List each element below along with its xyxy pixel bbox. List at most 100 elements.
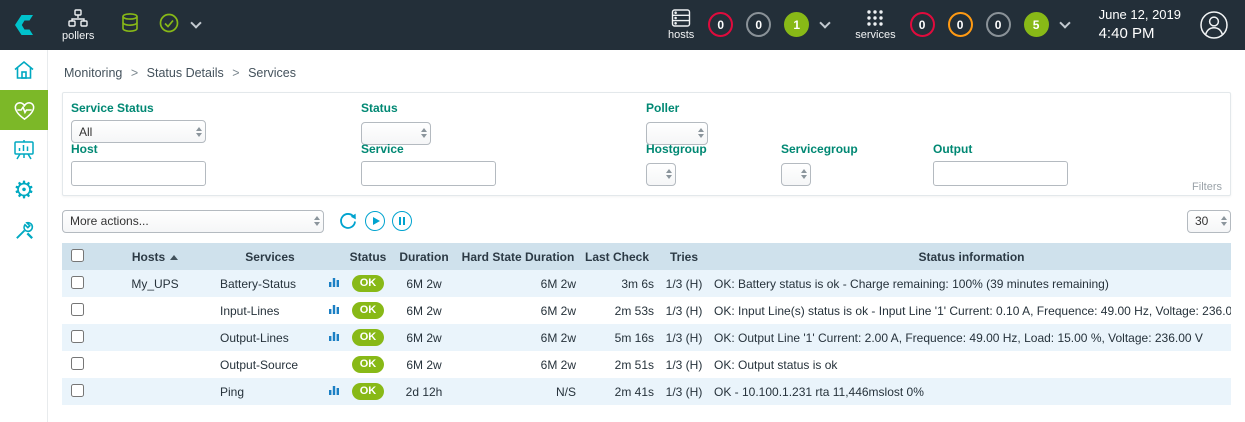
last-check-cell: 2m 53s: [578, 297, 656, 324]
service-status-select[interactable]: All: [71, 120, 206, 143]
service-cell[interactable]: Output-Source: [218, 351, 322, 378]
duration-column-header[interactable]: Duration: [390, 243, 458, 270]
row-checkbox[interactable]: [71, 384, 84, 397]
services-warning-badge[interactable]: 0: [948, 12, 973, 37]
sidebar-item-configuration[interactable]: ⚙: [0, 170, 48, 210]
clock: June 12, 2019 4:40 PM: [1099, 6, 1181, 44]
row-select-cell: [62, 351, 92, 378]
row-checkbox[interactable]: [71, 276, 84, 289]
servicegroup-select[interactable]: [781, 163, 811, 186]
status-information-cell: OK: Input Line(s) status is ok - Input L…: [712, 297, 1231, 324]
host-cell[interactable]: [92, 297, 218, 324]
resume-button[interactable]: [365, 211, 385, 231]
status-column-header[interactable]: Status: [346, 243, 390, 270]
services-menu[interactable]: services: [855, 9, 895, 41]
poller-health-icon[interactable]: [158, 12, 180, 39]
graph-column-header: [322, 243, 346, 270]
pollers-menu[interactable]: pollers: [62, 9, 94, 42]
host-cell[interactable]: [92, 378, 218, 405]
refresh-button[interactable]: [338, 211, 358, 231]
breadcrumb-separator: >: [131, 66, 138, 80]
database-status-icon[interactable]: [120, 12, 140, 39]
refresh-icon: [338, 211, 358, 231]
graph-cell: [322, 270, 346, 297]
breadcrumb-monitoring[interactable]: Monitoring: [64, 66, 122, 80]
host-cell[interactable]: [92, 324, 218, 351]
row-checkbox[interactable]: [71, 357, 84, 370]
servicegroup-label: Servicegroup: [781, 142, 858, 156]
services-ok-badge[interactable]: 5: [1024, 12, 1049, 37]
hard-state-duration-cell: 6M 2w: [458, 270, 578, 297]
hosts-menu[interactable]: hosts: [668, 9, 694, 41]
service-input[interactable]: [361, 161, 496, 186]
hosts-column-header[interactable]: Hosts: [92, 243, 218, 270]
services-unknown-badge[interactable]: 0: [986, 12, 1011, 37]
tries-column-header[interactable]: Tries: [656, 243, 712, 270]
row-checkbox[interactable]: [71, 303, 84, 316]
output-input[interactable]: [933, 161, 1068, 186]
services-column-header[interactable]: Services: [218, 243, 322, 270]
services-icon: [865, 9, 885, 27]
hard-state-duration-cell: 6M 2w: [458, 297, 578, 324]
row-select-cell: [62, 297, 92, 324]
sidebar-item-administration[interactable]: [0, 210, 48, 250]
status-cell: OK: [346, 378, 390, 405]
hard-state-duration-column-header[interactable]: Hard State Duration: [458, 243, 578, 270]
hostgroup-select[interactable]: [646, 163, 676, 186]
status-information-cell: OK: Output status is ok: [712, 351, 1231, 378]
monitoring-heartbeat-icon: [12, 98, 37, 123]
filter-poller: Poller: [646, 101, 708, 145]
hosts-chevron-down-icon[interactable]: [820, 17, 831, 28]
breadcrumb-services[interactable]: Services: [248, 66, 296, 80]
page-size-select[interactable]: 30: [1187, 210, 1231, 233]
status-information-column-header[interactable]: Status information: [712, 243, 1231, 270]
filters-caption: Filters: [1192, 181, 1222, 193]
host-label: Host: [71, 142, 206, 156]
hosts-down-badge[interactable]: 0: [708, 12, 733, 37]
row-checkbox[interactable]: [71, 330, 84, 343]
select-stepper-icon: [801, 169, 807, 179]
status-badge: OK: [352, 275, 385, 292]
service-cell[interactable]: Input-Lines: [218, 297, 322, 324]
hosts-up-badge[interactable]: 1: [784, 12, 809, 37]
host-cell[interactable]: My_UPS: [92, 270, 218, 297]
status-cell: OK: [346, 324, 390, 351]
select-stepper-icon: [314, 216, 320, 226]
services-critical-badge[interactable]: 0: [910, 12, 935, 37]
breadcrumb-status-details[interactable]: Status Details: [147, 66, 224, 80]
current-date: June 12, 2019: [1099, 6, 1181, 24]
graph-icon[interactable]: [328, 276, 340, 288]
sidebar-item-monitoring[interactable]: [0, 90, 48, 130]
sidebar-item-home[interactable]: [0, 50, 48, 90]
hard-state-duration-cell: N/S: [458, 378, 578, 405]
user-profile-button[interactable]: [1199, 10, 1229, 40]
graph-icon[interactable]: [328, 384, 340, 396]
sidebar-item-reporting[interactable]: [0, 130, 48, 170]
status-information-cell: OK: Output Line '1' Current: 2.00 A, Fre…: [712, 324, 1231, 351]
graph-cell: [322, 378, 346, 405]
service-cell[interactable]: Output-Lines: [218, 324, 322, 351]
last-check-column-header[interactable]: Last Check: [578, 243, 656, 270]
sort-asc-icon: [170, 255, 178, 260]
service-label: Service: [361, 142, 496, 156]
host-input[interactable]: [71, 161, 206, 186]
pollers-icon: [68, 9, 88, 28]
select-all-checkbox[interactable]: [71, 249, 84, 262]
hosts-header-label: Hosts: [132, 250, 165, 264]
services-label: services: [855, 29, 895, 41]
row-select-cell: [62, 270, 92, 297]
hosts-unreachable-badge[interactable]: 0: [746, 12, 771, 37]
poller-chevron-down-icon[interactable]: [191, 17, 202, 28]
breadcrumb-separator: >: [232, 66, 239, 80]
service-cell[interactable]: Battery-Status: [218, 270, 322, 297]
services-chevron-down-icon[interactable]: [1059, 17, 1070, 28]
pause-button[interactable]: [392, 211, 412, 231]
centreon-logo[interactable]: [0, 0, 48, 50]
services-status-badges: 0 0 0 5: [910, 12, 1049, 37]
graph-icon[interactable]: [328, 330, 340, 342]
more-actions-value: More actions...: [70, 214, 149, 228]
more-actions-select[interactable]: More actions...: [62, 210, 324, 233]
graph-icon[interactable]: [328, 303, 340, 315]
host-cell[interactable]: [92, 351, 218, 378]
service-cell[interactable]: Ping: [218, 378, 322, 405]
